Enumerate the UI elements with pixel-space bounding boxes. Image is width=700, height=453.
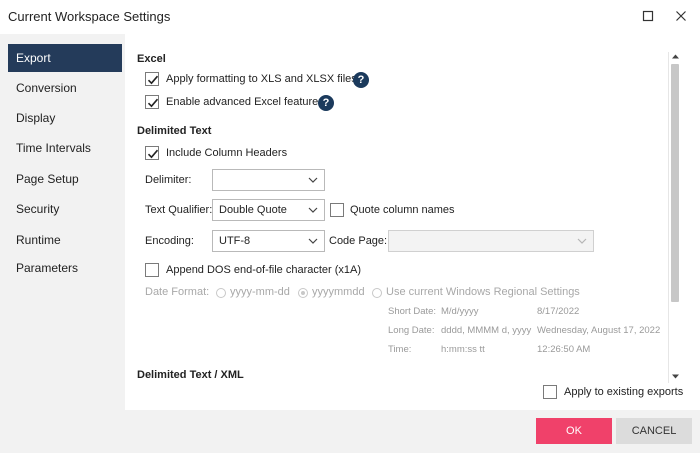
help-icon[interactable]: ? [318, 95, 334, 111]
include-headers-label: Include Column Headers [166, 147, 288, 159]
append-dos-checkbox[interactable] [145, 263, 159, 277]
quote-column-names-label: Quote column names [350, 204, 455, 216]
maximize-icon[interactable] [637, 5, 659, 27]
encoding-value: UTF-8 [219, 235, 251, 247]
time-label: Time: [388, 344, 412, 355]
text-qualifier-select[interactable]: Double Quote [212, 199, 325, 221]
time-format: h:mm:ss tt [441, 344, 485, 355]
text-qualifier-value: Double Quote [219, 204, 287, 216]
checkmark-icon [147, 149, 159, 159]
date-format-option-label: Use current Windows Regional Settings [386, 286, 580, 298]
apply-existing-checkbox[interactable] [543, 385, 557, 399]
sidebar-item-display[interactable]: Display [8, 104, 122, 132]
close-icon[interactable] [670, 5, 692, 27]
long-date-label: Long Date: [388, 325, 435, 336]
advanced-excel-checkbox[interactable] [145, 95, 159, 109]
chevron-down-icon [577, 235, 587, 250]
date-format-option-label: yyyy-mm-dd [230, 286, 290, 298]
text-qualifier-label: Text Qualifier: [145, 204, 213, 216]
time-example: 12:26:50 AM [537, 344, 591, 355]
sidebar: Export Conversion Display Time Intervals… [0, 34, 125, 453]
delimiter-label: Delimiter: [145, 174, 192, 186]
chevron-down-icon [308, 174, 318, 189]
checkmark-icon [147, 75, 159, 85]
short-date-format: M/d/yyyy [441, 306, 479, 317]
window-title: Current Workspace Settings [8, 9, 171, 24]
help-icon[interactable]: ? [353, 72, 369, 88]
date-format-label: Date Format: [145, 286, 210, 298]
sidebar-item-label: Display [16, 111, 56, 125]
chevron-down-icon [308, 235, 318, 250]
date-format-radio-regional[interactable] [372, 288, 382, 298]
scroll-down-icon[interactable] [671, 372, 680, 384]
code-page-select[interactable] [388, 230, 594, 252]
sidebar-item-label: Conversion [16, 81, 77, 95]
checkmark-icon [147, 98, 159, 108]
cancel-button[interactable]: CANCEL [616, 418, 692, 444]
short-date-example: 8/17/2022 [537, 306, 580, 317]
apply-existing-label: Apply to existing exports [564, 386, 684, 398]
vertical-scrollbar[interactable] [668, 52, 681, 383]
chevron-down-icon [308, 204, 318, 219]
long-date-format: dddd, MMMM d, yyyy [441, 325, 532, 336]
date-format-radio-yyyy-mm-dd[interactable] [216, 288, 226, 298]
sidebar-item-export[interactable]: Export [8, 44, 122, 72]
scrollbar-thumb[interactable] [671, 64, 679, 302]
apply-formatting-checkbox[interactable] [145, 72, 159, 86]
delimited-heading: Delimited Text [137, 125, 212, 137]
sidebar-item-security[interactable]: Security [8, 195, 122, 223]
apply-formatting-label: Apply formatting to XLS and XLSX files [166, 73, 357, 85]
date-format-radio-yyyymmdd[interactable] [298, 288, 308, 298]
date-format-option-label: yyyymmdd [312, 286, 365, 298]
ok-button[interactable]: OK [536, 418, 612, 444]
delimiter-select[interactable] [212, 169, 325, 191]
code-page-label: Code Page: [329, 235, 388, 247]
sidebar-item-label: Security [16, 202, 60, 216]
encoding-select[interactable]: UTF-8 [212, 230, 325, 252]
sidebar-item-label: Runtime Parameters [16, 233, 79, 275]
append-dos-label: Append DOS end-of-file character (x1A) [166, 264, 362, 276]
encoding-label: Encoding: [145, 235, 194, 247]
quote-column-names-checkbox[interactable] [330, 203, 344, 217]
sidebar-item-label: Time Intervals [16, 141, 91, 155]
include-headers-checkbox[interactable] [145, 146, 159, 160]
advanced-excel-label: Enable advanced Excel features [166, 96, 324, 108]
sidebar-item-label: Export [16, 51, 51, 65]
scroll-up-icon[interactable] [671, 52, 680, 64]
sidebar-item-label: Page Setup [16, 172, 79, 186]
excel-heading: Excel [137, 53, 166, 65]
sidebar-item-page-setup[interactable]: Page Setup [8, 165, 122, 193]
sidebar-item-conversion[interactable]: Conversion [8, 74, 122, 102]
sidebar-item-runtime-parameters[interactable]: Runtime Parameters [8, 226, 122, 275]
short-date-label: Short Date: [388, 306, 437, 317]
delimited-xml-heading: Delimited Text / XML [137, 369, 244, 381]
long-date-example: Wednesday, August 17, 2022 [537, 325, 661, 336]
sidebar-item-time-intervals[interactable]: Time Intervals [8, 134, 122, 162]
